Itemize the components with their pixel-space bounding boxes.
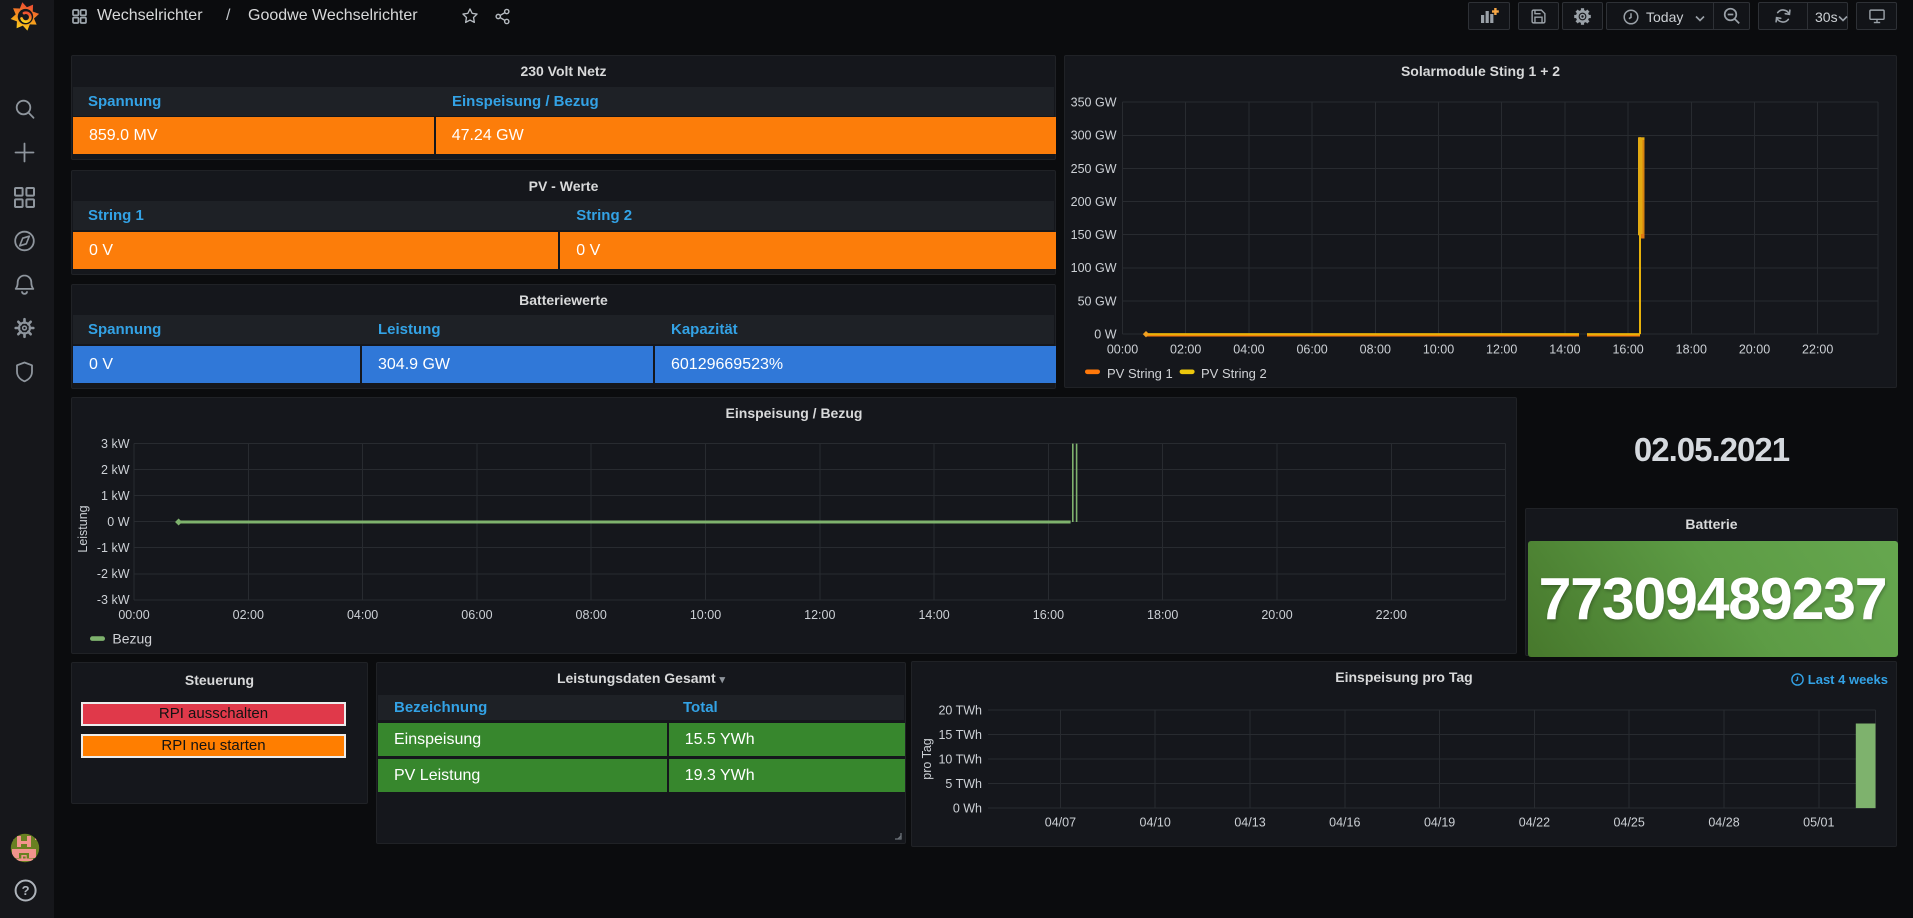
svg-text:06:00: 06:00 — [461, 608, 492, 622]
svg-text:16:00: 16:00 — [1033, 608, 1064, 622]
svg-text:250 GW: 250 GW — [1071, 162, 1117, 176]
svg-text:14:00: 14:00 — [918, 608, 949, 622]
svg-text:2 kW: 2 kW — [101, 463, 130, 477]
svg-text:04:00: 04:00 — [1233, 343, 1264, 357]
svg-text:100 GW: 100 GW — [1071, 261, 1117, 275]
svg-text:PV String 1: PV String 1 — [1107, 366, 1173, 381]
svg-text:02:00: 02:00 — [233, 608, 264, 622]
svg-text:08:00: 08:00 — [1360, 343, 1391, 357]
svg-text:02:00: 02:00 — [1170, 343, 1201, 357]
svg-text:20:00: 20:00 — [1261, 608, 1292, 622]
svg-text:16:00: 16:00 — [1612, 343, 1643, 357]
svg-text:04/07: 04/07 — [1045, 816, 1076, 830]
svg-text:10:00: 10:00 — [690, 608, 721, 622]
svg-text:0 Wh: 0 Wh — [953, 801, 982, 815]
svg-text:04/28: 04/28 — [1708, 816, 1739, 830]
svg-text:14:00: 14:00 — [1549, 343, 1580, 357]
svg-text:22:00: 22:00 — [1376, 608, 1407, 622]
svg-text:200 GW: 200 GW — [1071, 195, 1117, 209]
svg-text:04/16: 04/16 — [1329, 816, 1360, 830]
svg-text:04/25: 04/25 — [1614, 816, 1645, 830]
svg-text:05/01: 05/01 — [1803, 816, 1834, 830]
svg-text:pro Tag: pro Tag — [920, 738, 934, 780]
svg-text:04/13: 04/13 — [1234, 816, 1265, 830]
svg-text:150 GW: 150 GW — [1071, 228, 1117, 242]
svg-text:04/22: 04/22 — [1519, 816, 1550, 830]
svg-text:04/10: 04/10 — [1140, 816, 1171, 830]
svg-text:1 kW: 1 kW — [101, 489, 130, 503]
svg-text:18:00: 18:00 — [1147, 608, 1178, 622]
svg-text:-1 kW: -1 kW — [97, 541, 130, 555]
svg-text:-3 kW: -3 kW — [97, 593, 130, 607]
svg-text:15 TWh: 15 TWh — [938, 728, 982, 742]
svg-text:350 GW: 350 GW — [1071, 96, 1117, 110]
svg-text:5 TWh: 5 TWh — [945, 777, 982, 791]
svg-text:-2 kW: -2 kW — [97, 567, 130, 581]
svg-text:Bezug: Bezug — [112, 631, 152, 647]
svg-text:08:00: 08:00 — [576, 608, 607, 622]
svg-text:12:00: 12:00 — [804, 608, 835, 622]
svg-text:50 GW: 50 GW — [1078, 294, 1117, 308]
svg-text:10 TWh: 10 TWh — [938, 752, 982, 766]
svg-text:04/19: 04/19 — [1424, 816, 1455, 830]
svg-text:300 GW: 300 GW — [1071, 129, 1117, 143]
svg-text:18:00: 18:00 — [1676, 343, 1707, 357]
svg-text:PV String 2: PV String 2 — [1201, 366, 1267, 381]
svg-text:20:00: 20:00 — [1739, 343, 1770, 357]
svg-text:04:00: 04:00 — [347, 608, 378, 622]
svg-text:0 W: 0 W — [1094, 327, 1116, 341]
svg-text:20 TWh: 20 TWh — [938, 703, 982, 717]
svg-text:00:00: 00:00 — [118, 608, 149, 622]
svg-text:00:00: 00:00 — [1107, 343, 1138, 357]
svg-text:06:00: 06:00 — [1296, 343, 1327, 357]
svg-text:10:00: 10:00 — [1423, 343, 1454, 357]
svg-text:22:00: 22:00 — [1802, 343, 1833, 357]
svg-text:Leistung: Leistung — [76, 505, 90, 552]
svg-text:3 kW: 3 kW — [101, 437, 130, 451]
svg-text:0 W: 0 W — [107, 515, 129, 529]
svg-text:12:00: 12:00 — [1486, 343, 1517, 357]
svg-text:?: ? — [22, 883, 30, 898]
